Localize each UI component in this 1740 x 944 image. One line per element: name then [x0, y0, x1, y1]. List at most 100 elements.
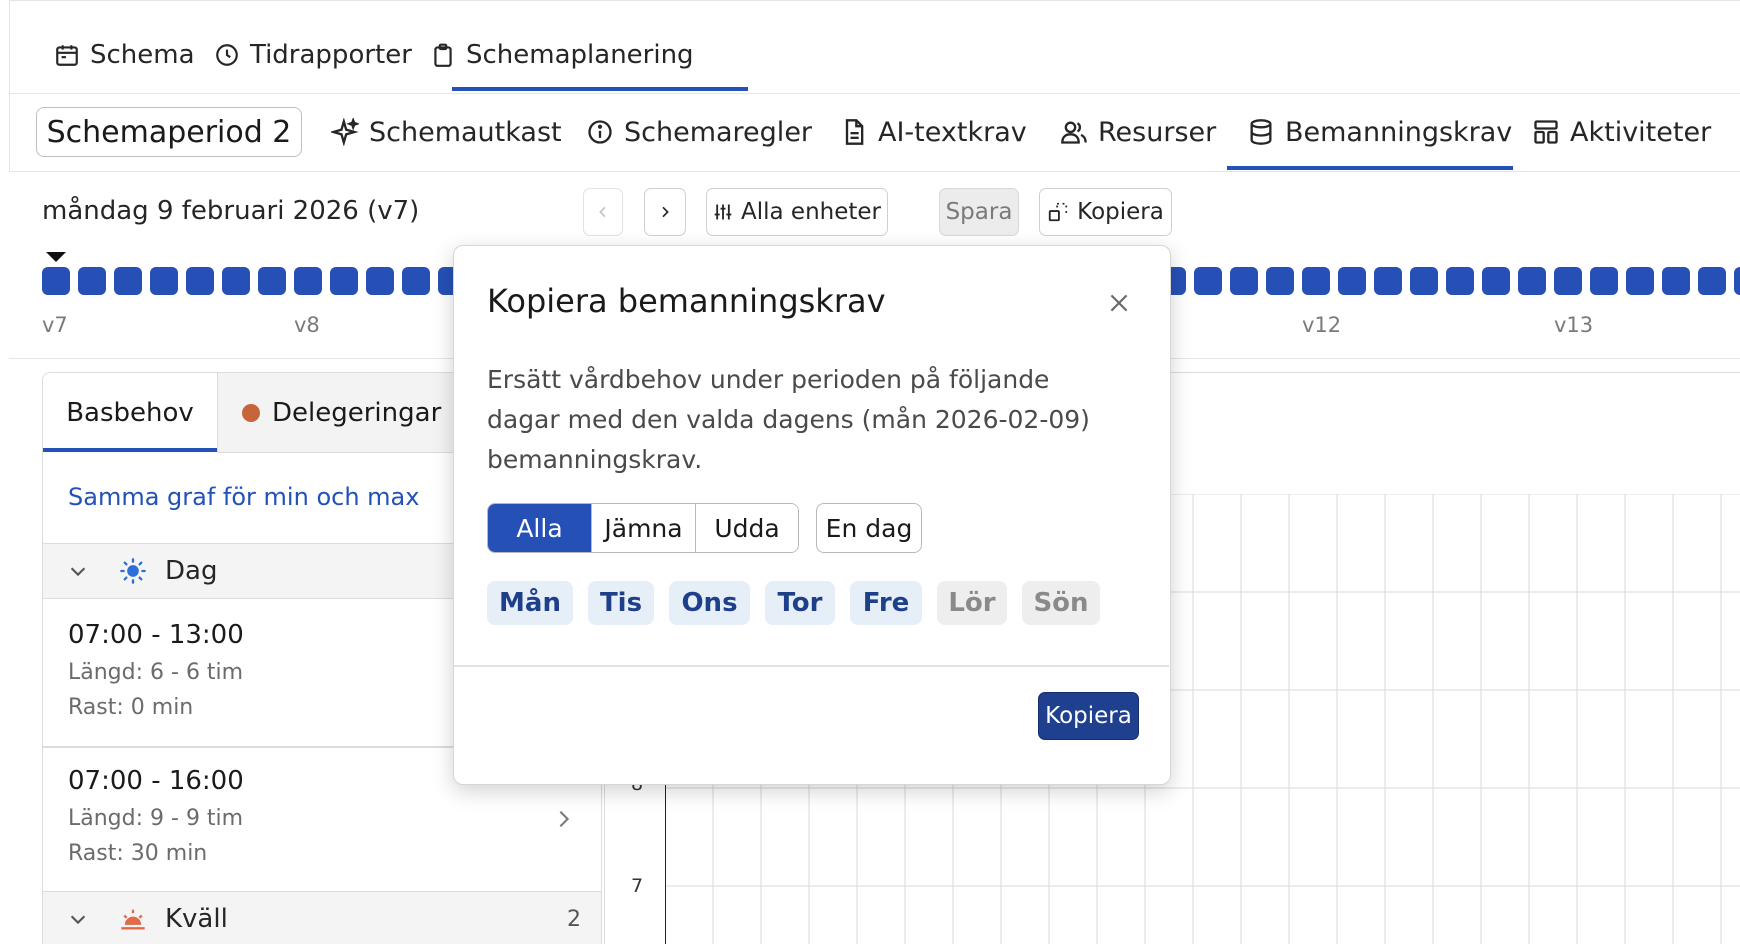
day-chip-tis[interactable]: Tis — [588, 581, 654, 625]
subnav-item-schemaregler[interactable]: Schemaregler — [586, 112, 812, 152]
day-square[interactable] — [1482, 267, 1510, 295]
day-chip-man[interactable]: Mån — [487, 581, 573, 625]
day-chip-son[interactable]: Sön — [1022, 581, 1100, 625]
day-square[interactable] — [1554, 267, 1582, 295]
day-square[interactable] — [1446, 267, 1474, 295]
day-square[interactable] — [222, 267, 250, 295]
day-square[interactable] — [1626, 267, 1654, 295]
subnav-item-label: Schemaregler — [624, 116, 813, 148]
same-graph-link[interactable]: Samma graf för min och max — [68, 483, 419, 511]
nav-item-schemaplanering[interactable]: Schemaplanering — [430, 35, 694, 75]
day-square[interactable] — [186, 267, 214, 295]
segment-jamna[interactable]: Jämna — [592, 504, 696, 552]
save-button[interactable]: Spara — [939, 188, 1019, 236]
divider — [454, 665, 1169, 667]
group-row-kvall[interactable]: Kväll 2 — [43, 891, 601, 944]
activities-icon — [1534, 120, 1558, 144]
selected-date-label: måndag 9 februari 2026 (v7) — [42, 196, 420, 226]
day-square[interactable] — [1302, 267, 1330, 295]
chevron-down-icon — [70, 567, 86, 577]
week-label: v13 — [1554, 313, 1594, 337]
active-tab-indicator — [452, 87, 748, 91]
subnav-item-resurser[interactable]: Resurser — [1060, 112, 1216, 152]
day-parity-segmented-control: Alla Jämna Udda — [487, 503, 799, 553]
day-chip-ons[interactable]: Ons — [669, 581, 750, 625]
subnav-item-label: Aktiviteter — [1570, 116, 1712, 148]
week-label: v8 — [294, 313, 320, 337]
all-units-filter-button[interactable]: Alla enheter — [706, 188, 888, 236]
group-label: Kväll — [165, 904, 228, 934]
nav-item-schema[interactable]: Schema — [54, 35, 195, 75]
dialog-description: Ersätt vårdbehov under perioden på följa… — [487, 365, 1090, 474]
day-chip-fre[interactable]: Fre — [850, 581, 922, 625]
clock-icon — [216, 44, 238, 66]
day-square[interactable] — [1734, 267, 1740, 295]
day-square[interactable] — [1662, 267, 1690, 295]
day-square[interactable] — [42, 267, 70, 295]
shift-time: 07:00 - 16:00 — [68, 766, 244, 796]
shift-item[interactable]: 07:00 - 16:00 Längd: 9 - 9 tim Rast: 30 … — [68, 766, 244, 866]
nav-item-tidrapporter[interactable]: Tidrapporter — [214, 35, 412, 75]
subnav-item-ai-textkrav[interactable]: AI-textkrav — [840, 112, 1027, 152]
active-tab-indicator — [1227, 166, 1513, 170]
single-day-button[interactable]: En dag — [816, 503, 922, 553]
subnav-item-aktiviteter[interactable]: Aktiviteter — [1532, 112, 1711, 152]
clipboard-icon — [434, 43, 452, 67]
day-chip-lor[interactable]: Lör — [937, 581, 1007, 625]
copy-button[interactable]: Kopiera — [1039, 188, 1172, 236]
active-tab-indicator — [43, 448, 217, 452]
day-square[interactable] — [1194, 267, 1222, 295]
day-square[interactable] — [1374, 267, 1402, 295]
day-square[interactable] — [402, 267, 430, 295]
week-label: v12 — [1302, 313, 1342, 337]
group-count: 2 — [567, 906, 581, 932]
segment-alla[interactable]: Alla — [488, 504, 592, 552]
calendar-icon — [56, 45, 78, 66]
dialog-title: Kopiera bemanningskrav — [487, 282, 886, 320]
day-square[interactable] — [1230, 267, 1258, 295]
day-square[interactable] — [330, 267, 358, 295]
next-day-button[interactable] — [644, 188, 686, 236]
previous-day-button[interactable] — [583, 188, 623, 236]
shift-length: Längd: 9 - 9 tim — [68, 806, 244, 831]
sub-navigation: Schemaperiod 2 Schemautkast Schemaregler… — [9, 94, 1740, 172]
day-square[interactable] — [78, 267, 106, 295]
tab-label: Delegeringar — [272, 397, 442, 428]
week-label: v7 — [42, 313, 68, 337]
group-label: Dag — [165, 556, 218, 586]
day-square[interactable] — [1590, 267, 1618, 295]
day-chip-tor[interactable]: Tor — [765, 581, 835, 625]
confirm-copy-button[interactable]: Kopiera — [1038, 692, 1139, 740]
day-square[interactable] — [1338, 267, 1366, 295]
day-square[interactable] — [1518, 267, 1546, 295]
nav-item-label: Schemaplanering — [466, 40, 694, 70]
nav-item-label: Tidrapporter — [250, 40, 412, 70]
shift-item[interactable]: 07:00 - 13:00 Längd: 6 - 6 tim Rast: 0 m… — [68, 620, 244, 720]
chevron-down-icon — [70, 915, 86, 925]
day-square[interactable] — [1410, 267, 1438, 295]
database-icon — [1250, 119, 1272, 145]
day-square[interactable] — [1698, 267, 1726, 295]
sunset-icon — [121, 909, 145, 930]
copy-button-label: Kopiera — [1077, 199, 1164, 225]
schedule-period-button[interactable]: Schemaperiod 2 — [36, 107, 302, 157]
status-dot — [242, 403, 260, 422]
subnav-item-schemautkast[interactable]: Schemautkast — [331, 112, 562, 152]
day-square[interactable] — [294, 267, 322, 295]
top-navigation: Schema Tidrapporter Schemaplanering — [9, 0, 1740, 94]
day-square[interactable] — [366, 267, 394, 295]
sun-icon — [120, 558, 146, 584]
close-icon[interactable] — [1106, 290, 1132, 316]
day-square[interactable] — [258, 267, 286, 295]
all-units-label: Alla enheter — [741, 199, 881, 225]
subnav-item-bemanningskrav[interactable]: Bemanningskrav — [1247, 112, 1512, 152]
subnav-item-label: Schemautkast — [369, 116, 562, 148]
shift-break: Rast: 0 min — [68, 695, 194, 720]
day-square[interactable] — [150, 267, 178, 295]
tab-basbehov[interactable]: Basbehov — [43, 373, 217, 453]
day-square[interactable] — [114, 267, 142, 295]
chevron-left-icon — [599, 206, 606, 218]
day-square[interactable] — [1266, 267, 1294, 295]
chevron-right-icon[interactable] — [553, 806, 575, 832]
segment-udda[interactable]: Udda — [696, 504, 798, 552]
